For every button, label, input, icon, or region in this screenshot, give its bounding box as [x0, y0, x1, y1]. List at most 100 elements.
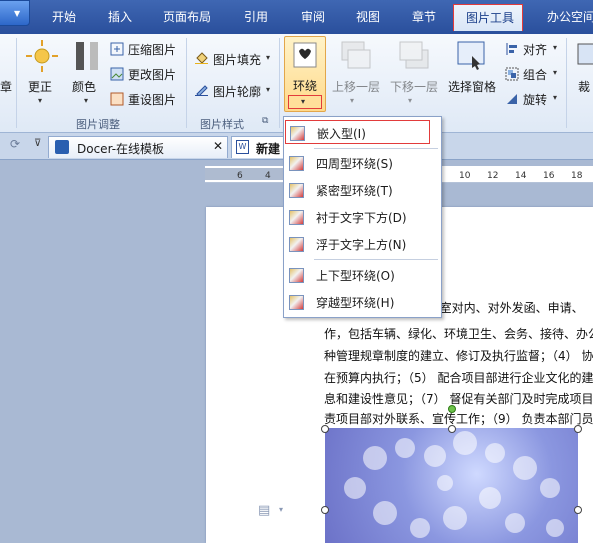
tab-picture-tools-label: 图片工具 — [466, 11, 515, 25]
chevron-down-icon: ▾ — [38, 96, 43, 105]
send-backward-label: 下移一层 — [390, 80, 439, 94]
selection-pane-button[interactable]: 选择窗格 — [446, 38, 498, 112]
correct-button[interactable]: 更正 ▾ — [24, 38, 60, 112]
chevron-down-icon: ▾ — [266, 85, 271, 94]
compress-picture-button[interactable]: 压缩图片 — [108, 40, 188, 58]
resize-handle[interactable] — [321, 425, 329, 433]
selected-picture[interactable] — [325, 428, 578, 543]
tab-insert[interactable]: 插入 — [108, 8, 132, 25]
close-icon[interactable]: ✕ — [213, 139, 223, 153]
rotate-button[interactable]: 旋转 ▾ — [503, 90, 561, 108]
wrap-text-icon — [293, 42, 317, 68]
change-picture-button[interactable]: 更改图片 — [108, 65, 188, 83]
resize-handle[interactable] — [448, 425, 456, 433]
paint-bucket-icon — [195, 52, 208, 64]
divider — [279, 38, 280, 128]
menu-separator — [314, 148, 438, 149]
bring-forward-button[interactable]: 上移一层 ▾ — [330, 38, 382, 112]
tab-page-layout[interactable]: 页面布局 — [163, 8, 211, 25]
color-label: 颜色 — [72, 80, 97, 94]
reset-picture-button[interactable]: 重设图片 — [108, 90, 188, 108]
tab-docer-templates[interactable]: Docer-在线模板 ✕ — [48, 136, 228, 158]
menu-item-tight[interactable]: 紧密型环绕(T) — [285, 178, 440, 202]
menu-item-label: 衬于文字下方(D) — [316, 211, 407, 225]
chevron-down-icon: ▼ — [14, 9, 21, 18]
menu-item-through[interactable]: 穿越型环绕(H) — [285, 290, 440, 314]
tab-office-space[interactable]: 办公空间 — [547, 8, 593, 25]
menu-item-inline[interactable]: 嵌入型(I) — [285, 120, 430, 144]
menu-item-in-front-of-text[interactable]: 浮于文字上方(N) — [285, 232, 440, 256]
crop-button[interactable]: 裁 — [572, 38, 593, 112]
paste-options-icon[interactable]: ▤ — [258, 503, 270, 518]
tab-docer-label: Docer-在线模板 — [77, 142, 165, 156]
send-backward-icon — [399, 41, 429, 69]
align-label: 对齐 — [523, 43, 548, 57]
outline-label: 图片轮廓 — [213, 85, 262, 99]
menu-item-square[interactable]: 四周型环绕(S) — [285, 151, 440, 175]
color-button[interactable]: 颜色 ▾ — [70, 38, 106, 112]
document-text-line[interactable]: 种管理规章制度的建立、修订及执行监督；（4） 协助 — [324, 347, 593, 364]
tab-view[interactable]: 视图 — [356, 8, 380, 25]
picture-outline-button[interactable]: 图片轮廓 ▾ — [192, 80, 276, 100]
chevron-down-icon[interactable]: ▾ — [279, 505, 283, 514]
wrap-label: 环绕 — [293, 79, 318, 93]
selection-pane-icon — [457, 41, 485, 70]
word-doc-icon: W — [236, 140, 249, 154]
dialog-launcher-icon[interactable]: ⧉ — [262, 116, 268, 126]
document-text-line[interactable]: 在预算内执行；（5） 配合项目部进行企业文化的建 — [324, 369, 593, 386]
ruler-tick: 16 — [543, 171, 555, 181]
send-backward-button[interactable]: 下移一层 ▾ — [388, 38, 440, 112]
menu-item-label: 上下型环绕(O) — [316, 269, 395, 283]
ribbon-partial-label: 章 — [0, 80, 13, 94]
picture-fill-button[interactable]: 图片填充 ▾ — [192, 48, 276, 68]
group-label-adjust: 图片调整 — [76, 118, 120, 131]
wrap-through-icon — [289, 295, 304, 310]
menu-item-behind-text[interactable]: 衬于文字下方(D) — [285, 205, 440, 229]
tab-picture-tools[interactable]: 图片工具 — [453, 4, 523, 31]
compress-label: 压缩图片 — [128, 43, 177, 57]
chevron-down-icon: ▾ — [553, 93, 558, 102]
wrap-square-icon — [289, 156, 304, 171]
tab-new-document[interactable]: W 新建 — [231, 136, 291, 158]
tab-references[interactable]: 引用 — [244, 8, 268, 25]
document-text-line[interactable]: 作，包括车辆、绿化、环境卫生、会务、接待、办公 — [324, 325, 593, 342]
bring-forward-label: 上移一层 — [332, 80, 381, 94]
resize-handle[interactable] — [574, 506, 582, 514]
tab-home[interactable]: 开始 — [52, 8, 76, 25]
chevron-down-icon: ▾ — [266, 53, 271, 62]
tab-list-dropdown-icon[interactable]: ⊽ — [34, 138, 41, 149]
group-icon — [505, 67, 519, 81]
ruler-tick: 6 — [237, 171, 243, 181]
change-label: 更改图片 — [128, 68, 177, 82]
wrap-button[interactable]: 环绕 ▾ — [284, 36, 326, 112]
fill-label: 图片填充 — [213, 53, 262, 67]
document-text-line[interactable]: 责项目部对外联系、宣传工作；（9） 负责本部门员 — [324, 410, 593, 427]
chevron-down-icon: ▾ — [408, 96, 413, 105]
resize-handle[interactable] — [574, 425, 582, 433]
group-button[interactable]: 组合 ▾ — [503, 65, 561, 83]
bring-forward-icon — [341, 41, 371, 69]
wrap-front-icon — [289, 237, 304, 252]
align-button[interactable]: 对齐 ▾ — [503, 40, 561, 58]
document-text-line[interactable]: 息和建设性意见；（7） 督促有关部门及时完成项目 — [324, 390, 593, 407]
refresh-icon[interactable]: ⟳ — [10, 137, 20, 151]
ruler-margin — [205, 168, 283, 180]
pen-outline-icon — [195, 85, 208, 96]
resize-handle[interactable] — [321, 506, 329, 514]
rotate-handle[interactable] — [448, 405, 456, 413]
rotate-icon — [507, 94, 517, 104]
docer-logo-icon — [55, 140, 69, 154]
menu-separator — [314, 259, 438, 260]
tab-review[interactable]: 审阅 — [301, 8, 325, 25]
picture-icon — [110, 67, 124, 81]
sun-icon — [26, 40, 58, 72]
menu-item-label: 穿越型环绕(H) — [316, 296, 395, 310]
color-bars-icon — [76, 42, 98, 70]
app-menu-button[interactable]: ▼ — [0, 0, 30, 26]
menu-item-top-bottom[interactable]: 上下型环绕(O) — [285, 263, 440, 287]
rotate-label: 旋转 — [523, 93, 548, 107]
tab-section[interactable]: 章节 — [412, 8, 436, 25]
menu-item-label: 四周型环绕(S) — [316, 157, 393, 171]
ruler-tick: 4 — [265, 171, 271, 181]
wrap-dropdown-toggle[interactable]: ▾ — [288, 95, 322, 109]
